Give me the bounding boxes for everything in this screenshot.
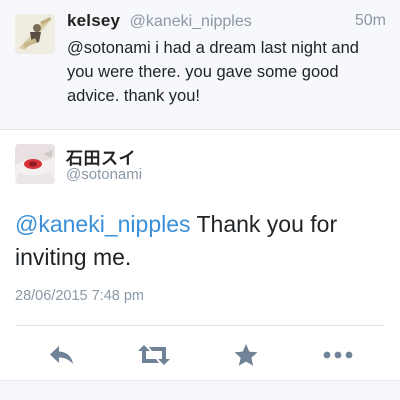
favorite-button[interactable] — [226, 335, 266, 375]
reply-icon — [50, 346, 73, 364]
retweet-button[interactable] — [134, 335, 174, 375]
reply-time: 50m — [354, 12, 386, 29]
main-tweet-text: @kaneki_nipples Thank you for inviting m… — [15, 208, 385, 274]
in-reply-to-tweet[interactable]: kelsey @kaneki_nipples 50m @sotonami i h… — [0, 0, 400, 130]
tweet-timestamp: 28/06/2015 7:48 pm — [15, 288, 144, 304]
action-divider — [15, 325, 385, 326]
tweet-actions — [0, 335, 400, 375]
reply-text: @sotonami i had a dream last night and y… — [67, 39, 359, 105]
reply-button[interactable] — [42, 335, 82, 375]
illustrated-avatar-icon — [15, 14, 55, 54]
reply-author-handle[interactable]: @kaneki_nipples — [130, 13, 252, 30]
favorite-star-icon — [234, 344, 258, 366]
main-tweet: 石田スイ @sotonami @kaneki_nipples Thank you… — [0, 130, 400, 400]
reply-author-name[interactable]: kelsey — [67, 11, 120, 30]
illustrated-avatar-icon — [15, 144, 55, 184]
more-icon — [323, 351, 353, 359]
mention-link[interactable]: @kaneki_nipples — [15, 211, 191, 237]
tweet-detail-screen: kelsey @kaneki_nipples 50m @sotonami i h… — [0, 0, 400, 400]
reply-avatar[interactable] — [15, 14, 55, 54]
main-avatar[interactable] — [15, 144, 55, 184]
reply-header: kelsey @kaneki_nipples 50m — [67, 11, 386, 33]
bottom-spacer — [0, 380, 400, 400]
main-author-handle[interactable]: @sotonami — [66, 166, 142, 183]
retweet-icon — [138, 345, 170, 365]
more-button[interactable] — [318, 335, 358, 375]
